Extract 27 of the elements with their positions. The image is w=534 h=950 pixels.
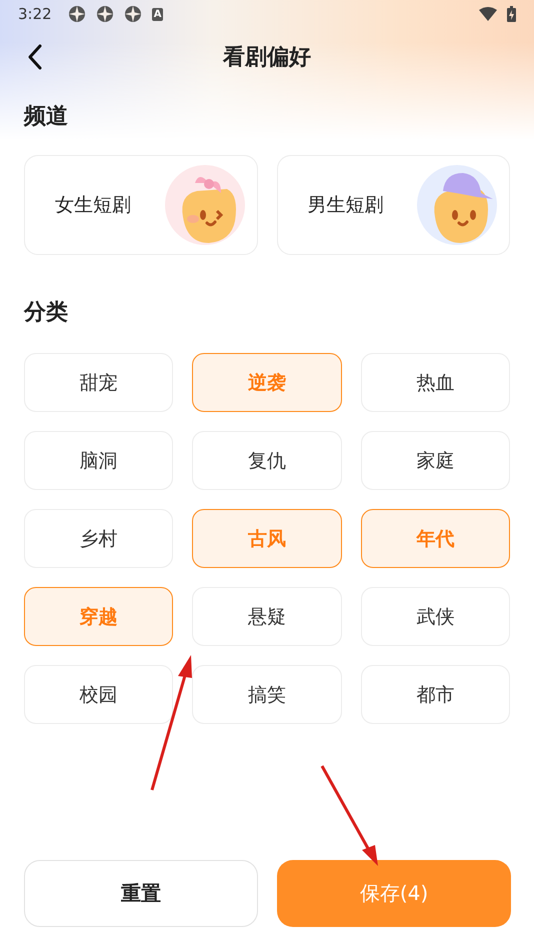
status-time: 3:22 (18, 5, 52, 23)
category-chip[interactable]: 校园 (24, 665, 174, 724)
wifi-icon (479, 7, 497, 21)
channel-card[interactable]: 男生短剧 (276, 155, 510, 255)
category-chip[interactable]: 悬疑 (192, 587, 342, 646)
notification-icon (96, 5, 114, 23)
category-chip[interactable]: 武侠 (360, 587, 510, 646)
section-title: 分类 (24, 299, 69, 327)
channel-card[interactable]: 女生短剧 (24, 155, 258, 255)
reset-button[interactable]: 重置 (24, 860, 258, 927)
category-chip[interactable]: 都市 (360, 665, 510, 724)
channel-label: 男生短剧 (308, 193, 384, 218)
category-chip[interactable]: 搞笑 (192, 665, 342, 724)
section-title: 频道 (24, 103, 69, 131)
notification-icon (68, 5, 86, 23)
notification-icon (124, 5, 142, 23)
category-chip[interactable]: 热血 (360, 353, 510, 412)
girl-avatar-icon (164, 165, 244, 245)
category-chip[interactable]: 脑洞 (24, 431, 174, 490)
battery-icon (507, 6, 516, 22)
category-chip[interactable]: 复仇 (192, 431, 342, 490)
boy-avatar-icon (417, 165, 497, 245)
channel-label: 女生短剧 (55, 193, 131, 218)
category-chip[interactable]: 家庭 (360, 431, 510, 490)
category-chip[interactable]: 乡村 (24, 509, 174, 568)
page-title: 看剧偏好 (223, 44, 311, 72)
category-chip[interactable]: 甜宠 (24, 353, 174, 412)
